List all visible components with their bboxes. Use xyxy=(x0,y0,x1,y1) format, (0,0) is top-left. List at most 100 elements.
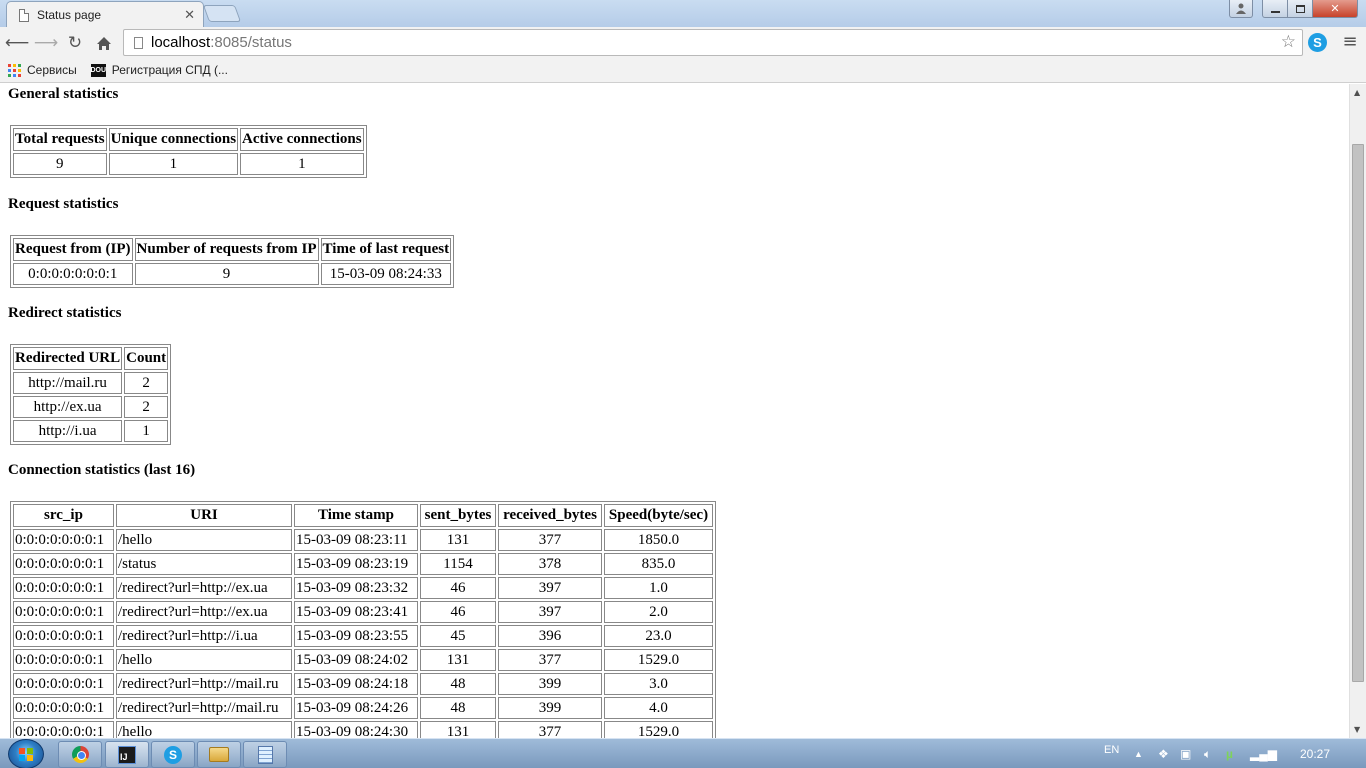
table-cell: http://i.ua xyxy=(13,420,123,442)
table-cell: 399 xyxy=(498,697,602,719)
table-header-cell: URI xyxy=(116,504,292,527)
table-cell: 1.0 xyxy=(604,577,713,599)
restore-icon xyxy=(1295,4,1305,13)
table-cell: /hello xyxy=(116,649,292,671)
table-cell: 9 xyxy=(13,153,107,175)
table-cell: 9 xyxy=(134,263,319,285)
table-cell: 2 xyxy=(124,396,169,418)
taskbar-chrome[interactable] xyxy=(58,741,102,768)
table-row: 0:0:0:0:0:0:0:1/hello 15-03-09 08:24:30 13… xyxy=(13,721,713,738)
table-cell: /status xyxy=(116,553,292,575)
close-icon: ✕ xyxy=(1330,2,1340,15)
table-cell: /redirect?url=http://ex.ua xyxy=(116,601,292,623)
request-statistics-section: Request statistics Request from (IP) Num… xyxy=(8,196,1341,288)
table-cell: 0:0:0:0:0:0:0:1 xyxy=(13,601,114,623)
vertical-scrollbar[interactable]: ▲ ▼ xyxy=(1349,84,1366,738)
table-cell: 0:0:0:0:0:0:0:1 xyxy=(13,625,114,647)
user-profile-button[interactable] xyxy=(1229,0,1253,18)
table-cell: 0:0:0:0:0:0:0:1 xyxy=(13,649,114,671)
table-cell: /hello xyxy=(116,529,292,551)
table-header-cell: src_ip xyxy=(13,504,114,527)
table-header-cell: Time of last request xyxy=(320,238,452,261)
table-cell: 0:0:0:0:0:0:0:1 xyxy=(13,263,133,285)
user-icon xyxy=(1236,3,1246,14)
usb-device-icon[interactable]: ▣ xyxy=(1180,747,1191,761)
network-signal-icon[interactable]: ▂▄▆ xyxy=(1250,747,1277,761)
table-row: 0:0:0:0:0:0:0:1/hello 15-03-09 08:23:11 13… xyxy=(13,529,713,551)
table-cell: 399 xyxy=(498,673,602,695)
reload-button[interactable]: ↻ xyxy=(63,31,87,55)
tab-close-icon[interactable]: ✕ xyxy=(184,8,195,23)
skype-icon: S xyxy=(164,745,182,764)
table-cell: 397 xyxy=(498,577,602,599)
tab-status-page[interactable]: Status page ✕ xyxy=(6,1,204,28)
table-cell: 377 xyxy=(498,529,602,551)
taskbar-notepad[interactable] xyxy=(243,741,287,768)
bookmarks-bar: Сервисы DOU Регистрация СПД (... xyxy=(0,58,1366,83)
table-row: http://i.ua 1 xyxy=(13,420,169,442)
skype-extension-icon[interactable]: S xyxy=(1308,33,1327,52)
minimize-button[interactable] xyxy=(1262,0,1288,18)
table-cell: 1850.0 xyxy=(604,529,713,551)
table-header-cell: Number of requests from IP xyxy=(134,238,319,261)
scroll-down-arrow-icon[interactable]: ▼ xyxy=(1354,725,1360,734)
scroll-up-arrow-icon[interactable]: ▲ xyxy=(1354,88,1360,97)
table-header-cell: Unique connections xyxy=(108,128,239,151)
start-button[interactable] xyxy=(8,739,44,768)
table-header-row: Total requests Unique connections Active… xyxy=(13,128,364,151)
table-cell: /redirect?url=http://ex.ua xyxy=(116,577,292,599)
forward-button[interactable]: ⟶ xyxy=(34,31,58,55)
table-cell: 378 xyxy=(498,553,602,575)
scrollbar-thumb[interactable] xyxy=(1352,144,1364,682)
table-row: 0:0:0:0:0:0:0:1/redirect?url=http://ex.u… xyxy=(13,577,713,599)
taskbar-skype[interactable]: S xyxy=(151,741,195,768)
table-header-cell: received_bytes xyxy=(498,504,602,527)
general-statistics-section: General statistics Total requests Unique… xyxy=(8,85,1341,178)
bookmark-star-icon[interactable]: ☆ xyxy=(1281,32,1296,52)
address-bar[interactable]: localhost:8085/status ☆ xyxy=(123,29,1303,56)
clock[interactable]: 20:27 xyxy=(1300,747,1330,761)
table-cell: 46 xyxy=(420,601,496,623)
close-window-button[interactable]: ✕ xyxy=(1312,0,1358,18)
bookmark-services[interactable]: Сервисы xyxy=(8,63,77,77)
table-cell: 15-03-09 08:23:32 xyxy=(294,577,418,599)
volume-icon[interactable]: 🔈︎ xyxy=(1204,747,1211,762)
table-cell: 1 xyxy=(124,420,169,442)
show-hidden-icons-icon[interactable]: ▲ xyxy=(1134,749,1143,759)
table-cell: 0:0:0:0:0:0:0:1 xyxy=(13,553,114,575)
maximize-button[interactable] xyxy=(1287,0,1313,18)
table-cell: 15-03-09 08:23:19 xyxy=(294,553,418,575)
language-indicator[interactable]: EN xyxy=(1104,744,1119,756)
table-cell: 15-03-09 08:24:02 xyxy=(294,649,418,671)
table-cell: 0:0:0:0:0:0:0:1 xyxy=(13,529,114,551)
redirect-statistics-heading: Redirect statistics xyxy=(8,305,122,321)
table-header-cell: Speed(byte/sec) xyxy=(604,504,713,527)
notepad-icon xyxy=(257,745,273,764)
chrome-menu-icon[interactable]: ≡ xyxy=(1341,32,1359,52)
table-cell: 15-03-09 08:24:33 xyxy=(320,263,452,285)
back-button[interactable]: ⟵ xyxy=(5,31,29,55)
utorrent-icon[interactable]: µ xyxy=(1226,747,1233,761)
table-header-row: src_ip URI Time stamp sent_bytes receive… xyxy=(13,504,713,527)
bookmark-registration[interactable]: DOU Регистрация СПД (... xyxy=(90,63,228,77)
table-cell: 46 xyxy=(420,577,496,599)
table-cell: 15-03-09 08:24:18 xyxy=(294,673,418,695)
dropbox-icon[interactable]: ❖ xyxy=(1158,747,1169,761)
taskbar-explorer[interactable] xyxy=(197,741,241,768)
url-text[interactable]: localhost:8085/status xyxy=(151,34,292,51)
table-cell: 15-03-09 08:23:11 xyxy=(294,529,418,551)
table-row: 0:0:0:0:0:0:0:1/redirect?url=http://mail… xyxy=(13,673,713,695)
table-cell: /redirect?url=http://mail.ru xyxy=(116,673,292,695)
table-cell: 23.0 xyxy=(604,625,713,647)
table-row: 9 1 1 xyxy=(13,153,364,175)
new-tab-button[interactable] xyxy=(202,5,242,22)
table-cell: 2 xyxy=(124,372,169,394)
table-cell: /redirect?url=http://mail.ru xyxy=(116,697,292,719)
table-cell: 0:0:0:0:0:0:0:1 xyxy=(13,721,114,738)
connection-statistics-heading: Connection statistics (last 16) xyxy=(8,462,196,478)
tab-title: Status page xyxy=(37,8,102,22)
home-button[interactable] xyxy=(92,31,116,55)
table-header-row: Redirected URL Count xyxy=(13,347,169,370)
table-cell: 1529.0 xyxy=(604,649,713,671)
taskbar-intellij-idea[interactable]: IJ xyxy=(105,741,149,768)
